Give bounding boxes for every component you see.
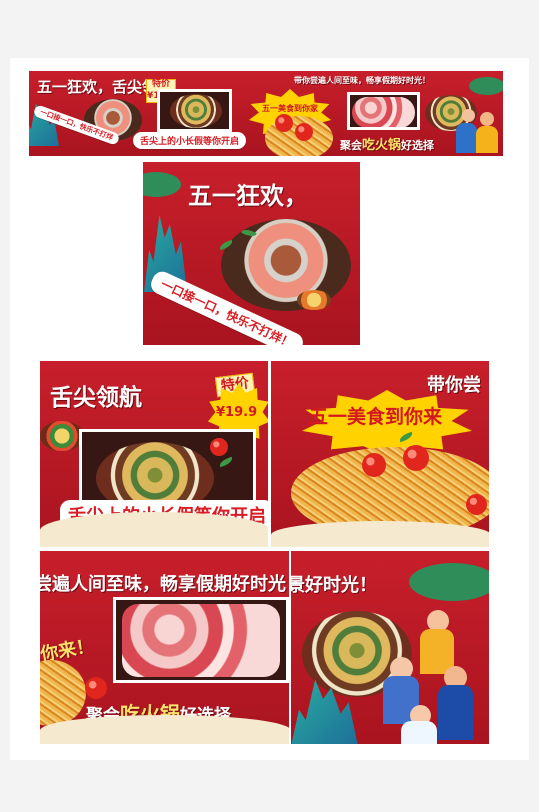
panel3-headline: 带你尝	[427, 375, 481, 396]
panel5-tree-icon	[409, 563, 489, 601]
panel2-salad-bowl-image	[40, 421, 84, 451]
panel2-noodle-photo	[79, 429, 256, 511]
banner-noodle-photo	[157, 89, 232, 132]
top-banner: 五一狂欢，舌尖领航 特价 ¥19.9 舌尖上的小长假等你开启 一口接一口，快乐不…	[29, 71, 503, 156]
panel-five-one-food: 带你尝 五一美食到你来	[270, 360, 490, 548]
panel1-tree-icon	[143, 172, 181, 197]
panel-hotpot-gathering: 尝遍人间至味，畅享假期好时光！ 你来！ 聚会吃火锅好选择	[39, 550, 290, 745]
panel1-title: 五一狂欢，	[188, 182, 308, 210]
panel5-headline: 景好时光！	[290, 575, 377, 596]
panel-people-illustration: 景好时光！	[290, 550, 490, 745]
panel4-headline: 尝遍人间至味，畅享假期好时光！	[39, 574, 290, 595]
panel2-price-value: ¥19.9	[216, 405, 258, 420]
panel2-title: 舌尖领航	[50, 385, 142, 411]
panel4-spaghetti-side-image	[40, 660, 86, 726]
banner-bottom-text: 聚会吃火锅好选择	[340, 138, 435, 153]
panel1-dessert-image	[297, 290, 331, 310]
panel5-people-group	[377, 605, 489, 744]
panel4-beef-photo	[113, 597, 289, 683]
panel-fifth-main: 五一狂欢， 一口接一口，快乐不打烊！	[142, 161, 361, 346]
banner-top-headline: 带你尝遍人间至味，畅享假期好时光！	[294, 76, 430, 85]
banner-center-ribbon: 舌尖上的小长假等你开启	[133, 132, 247, 149]
panel-tongue-lead: 舌尖领航 特价 ¥19.9 舌尖上的小长假等你开启	[39, 360, 269, 548]
banner-people-illustration	[452, 105, 503, 156]
banner-tree-icon	[469, 77, 503, 95]
banner-beef-photo	[347, 92, 420, 130]
panel3-burst-text: 五一美食到你来	[309, 406, 443, 428]
banner-burst-text: 五一美食到你家	[262, 104, 318, 113]
